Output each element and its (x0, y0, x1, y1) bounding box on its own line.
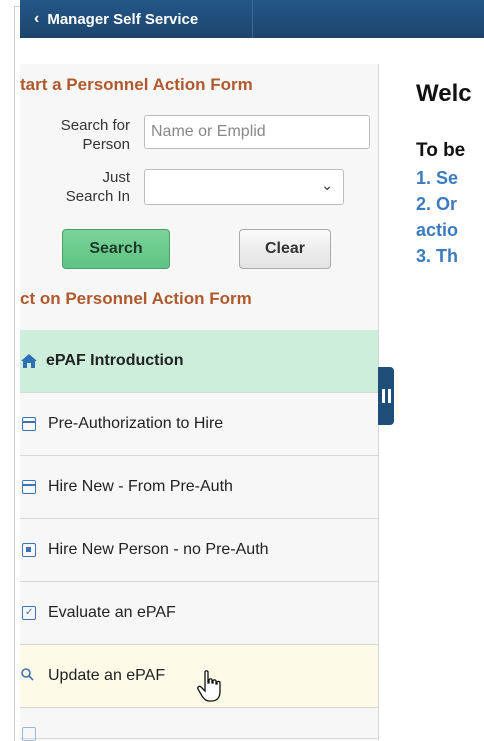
chevron-down-icon: ⌄ (321, 177, 333, 193)
menu-item-label: Evaluate an ePAF (48, 604, 176, 621)
top-navigation-bar: ‹ Manager Self Service (20, 0, 484, 38)
menu-item-partially-visible[interactable] (20, 708, 378, 741)
person-search-input[interactable]: Name or Emplid (144, 115, 370, 149)
instructions-intro: To be (416, 140, 466, 161)
menu-item-label: Update an ePAF (48, 667, 166, 684)
menu-item-evaluate-an-epaf[interactable]: ✓ Evaluate an ePAF (20, 582, 378, 645)
menu-item-hire-new-person-no-pre-auth[interactable]: Hire New Person - no Pre-Auth (20, 519, 378, 582)
chevron-left-icon: ‹ (34, 10, 40, 27)
just-search-in-label: Just Search In (65, 169, 130, 205)
evaluate-icon: ✓ (22, 606, 36, 620)
step-3-text: 3. Th (416, 246, 459, 266)
step-1-text: 1. Se (416, 168, 459, 188)
search-in-select[interactable]: ⌄ (144, 169, 344, 205)
start-form-heading: tart a Personnel Action Form (20, 75, 253, 94)
clear-button[interactable]: Clear (239, 229, 331, 269)
sidebar: tart a Personnel Action Form Search for … (20, 64, 379, 741)
menu-item-label: Pre-Authorization to Hire (48, 415, 224, 432)
menu-item-epaf-introduction[interactable]: ePAF Introduction (20, 330, 378, 393)
back-button-label: Manager Self Service (47, 10, 199, 28)
search-button[interactable]: Search (62, 229, 170, 269)
form-icon (22, 417, 36, 431)
form-icon (22, 727, 36, 741)
menu-item-label: Hire New Person - no Pre-Auth (48, 541, 269, 558)
act-on-form-heading: ct on Personnel Action Form (20, 289, 252, 308)
menu-item-label: Hire New - From Pre-Auth (48, 478, 233, 495)
home-icon (20, 352, 38, 370)
back-to-manager-self-service-button[interactable]: ‹ Manager Self Service (20, 0, 253, 38)
search-icon (20, 667, 34, 686)
pause-bar-icon (381, 389, 385, 403)
search-for-person-label: Search for Person (60, 117, 130, 153)
menu-item-hire-new-from-pre-auth[interactable]: Hire New - From Pre-Auth (20, 456, 378, 519)
step-2-continued-text: actio (416, 220, 459, 240)
menu-item-label: ePAF Introduction (46, 352, 184, 369)
welcome-title: Welc (416, 80, 472, 107)
form-icon (22, 480, 36, 494)
person-search-placeholder: Name or Emplid (151, 123, 266, 140)
hand-pointer-cursor-icon (197, 670, 223, 709)
step-2-text: 2. Or (416, 194, 458, 214)
new-form-icon (22, 543, 36, 557)
menu-item-pre-authorization-to-hire[interactable]: Pre-Authorization to Hire (20, 393, 378, 456)
sidebar-collapse-handle[interactable] (378, 367, 394, 425)
